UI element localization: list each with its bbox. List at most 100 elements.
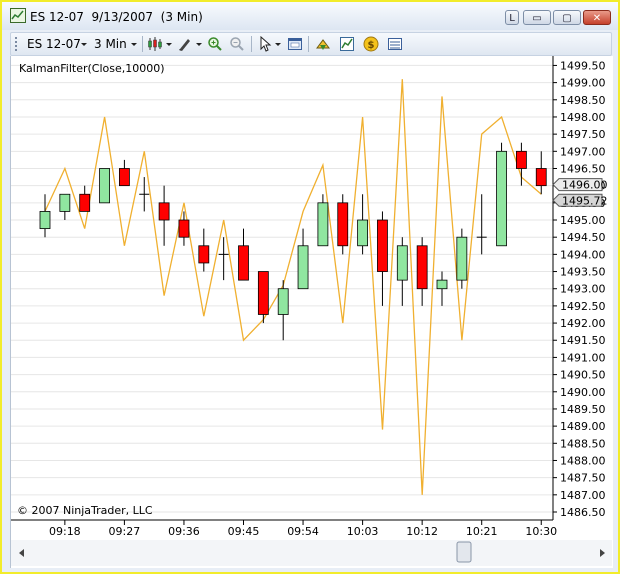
indicators-icon[interactable] [339, 36, 355, 52]
y-tick-label: 1491.00 [560, 351, 606, 364]
y-tick-label: 1493.00 [560, 283, 606, 296]
candle-body [396, 245, 408, 281]
chart-window: ES 12-07 9/13/2007 (3 Min) L ▭ ▢ ✕ ES 12… [0, 0, 620, 574]
chevron-down-icon[interactable] [81, 43, 87, 46]
candle-body [39, 211, 51, 230]
link-button[interactable]: L [505, 10, 519, 25]
candle-body [158, 202, 170, 221]
svg-text:$: $ [368, 40, 375, 51]
chart-window-icon [10, 8, 26, 23]
zoom-out-icon[interactable] [229, 36, 245, 52]
chevron-down-icon[interactable] [196, 43, 202, 46]
chevron-down-icon[interactable] [166, 43, 172, 46]
y-tick-label: 1490.50 [560, 369, 606, 382]
candle-body [277, 288, 289, 315]
data-box-icon[interactable] [387, 36, 403, 52]
y-tick-label: 1496.50 [560, 162, 606, 175]
candle-body [297, 245, 309, 290]
pencil-icon[interactable] [177, 36, 193, 52]
toolbar-grip[interactable] [15, 37, 17, 51]
minimize-button[interactable]: ▭ [523, 10, 551, 25]
candle-body [99, 168, 110, 204]
kalman-filter-line [44, 79, 542, 495]
x-tick-label: 09:45 [228, 525, 260, 538]
instrument-selector[interactable]: ES 12-07 [27, 37, 81, 51]
y-tick-label: 1494.50 [560, 231, 606, 244]
candle-body [357, 219, 369, 247]
candle-body [337, 202, 349, 247]
y-tick-label: 1492.50 [560, 300, 606, 313]
y-tick-label: 1493.50 [560, 266, 606, 279]
x-tick-label: 10:03 [347, 525, 379, 538]
y-tick-label: 1498.00 [560, 111, 606, 124]
horizontal-scrollbar[interactable] [11, 540, 612, 566]
money-icon[interactable]: $ [363, 36, 379, 52]
candle-body [198, 245, 210, 264]
candle-body [79, 193, 91, 212]
chevron-down-icon[interactable] [131, 43, 137, 46]
candle-body [535, 168, 547, 187]
chevron-down-icon[interactable] [275, 43, 281, 46]
x-tick-label: 09:18 [49, 525, 81, 538]
zoom-in-icon[interactable] [207, 36, 223, 52]
x-tick-label: 09:27 [109, 525, 141, 538]
maximize-button[interactable]: ▢ [553, 10, 581, 25]
x-tick-label: 09:36 [168, 525, 200, 538]
toolbar-separator [251, 36, 252, 52]
x-tick-label: 10:12 [406, 525, 438, 538]
y-tick-label: 1499.50 [560, 59, 606, 72]
candle-body [496, 150, 507, 247]
x-tick-label: 10:30 [525, 525, 557, 538]
y-tick-label: 1495.00 [560, 214, 606, 227]
x-tick-label: 09:54 [287, 525, 319, 538]
indicator-label: KalmanFilter(Close,10000) [19, 62, 165, 75]
window-title: ES 12-07 9/13/2007 (3 Min) [30, 10, 203, 24]
candle-body [119, 168, 130, 187]
candle-body [238, 245, 249, 281]
candle-body [178, 219, 190, 238]
scrollbar-thumb[interactable] [456, 541, 472, 563]
cursor-arrow-icon[interactable] [257, 36, 273, 52]
y-tick-label: 1499.00 [560, 77, 606, 90]
candlestick-series [39, 142, 547, 341]
x-tick-label: 10:21 [466, 525, 498, 538]
candle-body [257, 271, 269, 315]
candle-body [436, 279, 448, 290]
y-tick-label: 1498.50 [560, 94, 606, 107]
candle-body [317, 202, 329, 247]
y-tick-label: 1494.00 [560, 248, 606, 261]
close-button[interactable]: ✕ [583, 10, 611, 25]
strategies-icon[interactable] [315, 36, 331, 52]
y-tick-label: 1492.00 [560, 317, 606, 330]
interval-selector[interactable]: 3 Min [94, 37, 127, 51]
candle-body [59, 193, 71, 212]
toolbar-separator [308, 36, 309, 52]
y-tick-label: 1488.00 [560, 454, 606, 467]
price-markers: 1496.00 1495.72 [552, 178, 608, 207]
candle-body [377, 219, 388, 272]
y-tick-label: 1489.00 [560, 420, 606, 433]
candle-body [515, 150, 527, 169]
y-tick-label: 1489.50 [560, 403, 606, 416]
toolbar-separator [142, 36, 143, 52]
y-tick-label: 1491.50 [560, 334, 606, 347]
title-bar[interactable]: ES 12-07 9/13/2007 (3 Min) L ▭ ▢ ✕ [2, 2, 618, 30]
toolbar: ES 12-07 3 Min $ [10, 32, 612, 56]
candle-body [416, 245, 428, 290]
candlestick-icon[interactable] [147, 36, 163, 52]
copyright-label: © 2007 NinjaTrader, LLC [17, 504, 153, 517]
y-tick-label: 1490.00 [560, 386, 606, 399]
y-tick-label: 1497.50 [560, 128, 606, 141]
price-chart[interactable]: KalmanFilter(Close,10000) © 2007 NinjaTr… [11, 56, 613, 568]
y-tick-label: 1497.00 [560, 145, 606, 158]
candle-body [456, 236, 468, 281]
y-axis[interactable]: 1486.50 1487.00 1487.50 1488.00 1488.50 1489.… [553, 59, 606, 519]
scrollbar-track[interactable] [11, 540, 612, 566]
price-marker-label: 1496.00 [562, 179, 608, 192]
kalman-filter-series [44, 79, 542, 495]
y-tick-label: 1487.00 [560, 489, 606, 502]
x-axis[interactable]: 09:18 09:27 09:36 09:45 09:54 10:03 10:12 10:21… [49, 520, 557, 538]
chart-panel[interactable]: KalmanFilter(Close,10000) © 2007 NinjaTr… [10, 56, 613, 568]
chart-properties-icon[interactable] [287, 36, 303, 52]
y-tick-label: 1487.50 [560, 472, 606, 485]
